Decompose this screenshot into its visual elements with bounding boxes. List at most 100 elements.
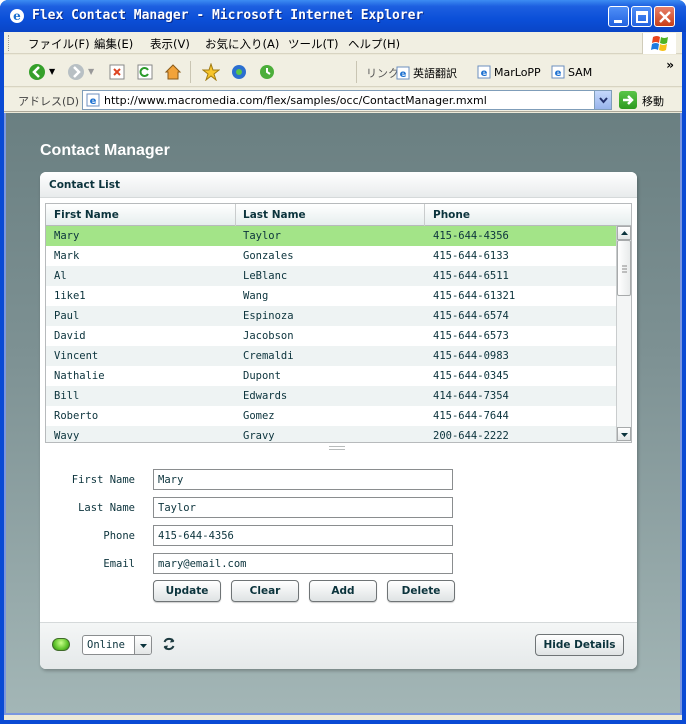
- cell-first: Al: [54, 270, 67, 282]
- column-divider[interactable]: [424, 204, 425, 226]
- scroll-down-button[interactable]: [617, 427, 631, 441]
- add-button[interactable]: Add: [309, 580, 377, 602]
- toolbar-separator: [190, 61, 191, 83]
- email-input[interactable]: [153, 553, 453, 574]
- sync-icon[interactable]: [161, 636, 177, 652]
- combo-arrow-icon[interactable]: [134, 636, 151, 654]
- menu-bar: ファイル(F) 編集(E) 表示(V) お気に入り(A) ツール(T) ヘルプ(…: [4, 32, 682, 54]
- scroll-thumb[interactable]: [617, 240, 631, 296]
- go-label[interactable]: 移動: [642, 93, 664, 109]
- table-row[interactable]: David Jacobson 415-644-6573: [46, 326, 616, 346]
- maximize-button[interactable]: [631, 6, 652, 27]
- svg-text:e: e: [555, 68, 562, 79]
- table-row[interactable]: Nathalie Dupont 415-644-0345: [46, 366, 616, 386]
- links-label: リンク: [366, 67, 399, 80]
- email-label: Email: [103, 558, 135, 570]
- cell-first: Nathalie: [54, 370, 105, 382]
- table-row[interactable]: Vincent Cremaldi 415-644-0983: [46, 346, 616, 366]
- link-marlopp[interactable]: e MarLoPP: [477, 65, 541, 79]
- cell-last: Jacobson: [243, 330, 294, 342]
- cell-phone: 415-644-0345: [433, 370, 509, 382]
- address-url: http://www.macromedia.com/flex/samples/o…: [104, 94, 487, 107]
- back-icon[interactable]: [28, 63, 46, 81]
- panel-header: Contact List: [40, 172, 637, 198]
- column-divider[interactable]: [235, 204, 236, 226]
- table-row[interactable]: Wavy Gravy 200-644-2222: [46, 426, 616, 442]
- svg-text:e: e: [400, 69, 407, 80]
- address-dropdown-button[interactable]: [594, 91, 611, 109]
- address-input[interactable]: e http://www.macromedia.com/flex/samples…: [82, 90, 612, 110]
- forward-dropdown-icon[interactable]: ▼: [88, 67, 94, 76]
- minimize-button[interactable]: [608, 6, 629, 27]
- hide-details-button[interactable]: Hide Details: [535, 634, 624, 656]
- history-icon[interactable]: [258, 63, 276, 81]
- menu-favorites[interactable]: お気に入り(A): [205, 36, 279, 52]
- cell-phone: 414-644-7354: [433, 390, 509, 402]
- divider-grip[interactable]: [329, 446, 345, 450]
- refresh-icon[interactable]: [136, 63, 154, 81]
- favorites-icon[interactable]: [202, 63, 220, 81]
- last-name-input[interactable]: [153, 497, 453, 518]
- cell-last: Wang: [243, 290, 269, 302]
- phone-input[interactable]: [153, 525, 453, 546]
- cell-last: Edwards: [243, 390, 288, 402]
- cell-first: Vincent: [54, 350, 99, 362]
- cell-phone: 200-644-2222: [433, 430, 509, 442]
- first-name-input[interactable]: [153, 469, 453, 490]
- table-row[interactable]: Al LeBlanc 415-644-6511: [46, 266, 616, 286]
- go-button[interactable]: [619, 91, 637, 109]
- cell-phone: 415-644-6133: [433, 250, 509, 262]
- grid-scrollbar[interactable]: [616, 226, 631, 442]
- column-header-phone[interactable]: Phone: [433, 209, 470, 221]
- column-header-first-name[interactable]: First Name: [54, 209, 119, 221]
- close-button[interactable]: [654, 6, 675, 27]
- forward-icon[interactable]: [67, 63, 85, 81]
- cell-first: Paul: [54, 310, 80, 322]
- cell-last: Gravy: [243, 430, 275, 442]
- toolbar-chevron-icon[interactable]: »: [666, 58, 674, 72]
- cell-last: Gomez: [243, 410, 275, 422]
- table-row[interactable]: Roberto Gomez 415-644-7644: [46, 406, 616, 426]
- ie-logo-icon: e: [10, 9, 24, 23]
- cell-phone: 415-644-6574: [433, 310, 509, 322]
- media-icon[interactable]: [230, 63, 248, 81]
- cell-first: 1ike1: [54, 290, 86, 302]
- panel-title: Contact List: [49, 179, 120, 191]
- windows-logo-icon: [642, 33, 676, 54]
- delete-button[interactable]: Delete: [387, 580, 455, 602]
- scroll-up-button[interactable]: [617, 226, 631, 240]
- ie-page-icon: e: [551, 65, 565, 79]
- cell-first: David: [54, 330, 86, 342]
- menu-view[interactable]: 表示(V): [150, 36, 190, 52]
- column-header-last-name[interactable]: Last Name: [243, 209, 306, 221]
- phone-label: Phone: [103, 530, 135, 542]
- link-eigo-honyaku[interactable]: e 英語翻訳: [396, 65, 457, 81]
- browser-client: ファイル(F) 編集(E) 表示(V) お気に入り(A) ツール(T) ヘルプ(…: [4, 32, 682, 720]
- menu-tools[interactable]: ツール(T): [288, 36, 339, 52]
- table-row[interactable]: 1ike1 Wang 415-644-61321: [46, 286, 616, 306]
- stop-icon[interactable]: [108, 63, 126, 81]
- update-button[interactable]: Update: [153, 580, 221, 602]
- table-row[interactable]: Bill Edwards 414-644-7354: [46, 386, 616, 406]
- table-row[interactable]: Mark Gonzales 415-644-6133: [46, 246, 616, 266]
- ie-page-icon: e: [86, 93, 100, 107]
- table-row[interactable]: Mary Taylor 415-644-4356: [46, 226, 616, 246]
- clear-button[interactable]: Clear: [231, 580, 299, 602]
- home-icon[interactable]: [164, 63, 182, 81]
- cell-first: Mark: [54, 250, 80, 262]
- link-label: 英語翻訳: [413, 67, 457, 80]
- browser-window: e Flex Contact Manager - Microsoft Inter…: [0, 0, 686, 724]
- link-sam[interactable]: e SAM: [551, 65, 592, 79]
- title-bar[interactable]: e Flex Contact Manager - Microsoft Inter…: [0, 0, 686, 32]
- status-led-icon: [52, 638, 70, 651]
- menu-file[interactable]: ファイル(F): [28, 36, 90, 52]
- cell-last: Gonzales: [243, 250, 294, 262]
- table-row[interactable]: Paul Espinoza 415-644-6574: [46, 306, 616, 326]
- back-dropdown-icon[interactable]: ▼: [49, 67, 55, 76]
- status-combo[interactable]: Online: [82, 635, 152, 655]
- menu-help[interactable]: ヘルプ(H): [348, 36, 400, 52]
- grid-rows: Mary Taylor 415-644-4356 Mark Gonzales 415-64…: [46, 226, 616, 442]
- link-label: SAM: [568, 66, 593, 79]
- menu-edit[interactable]: 編集(E): [94, 36, 133, 52]
- page-content: Contact Manager Contact List First Name …: [4, 113, 682, 715]
